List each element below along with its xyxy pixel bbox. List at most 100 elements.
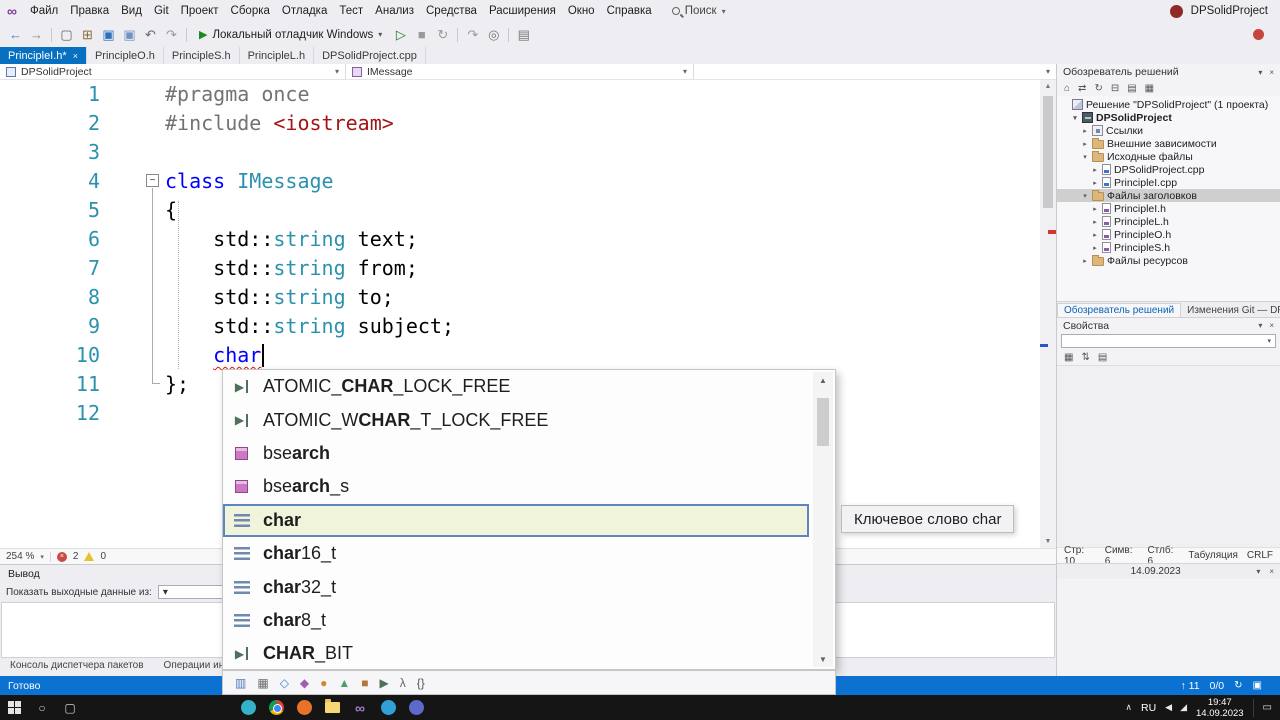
- code-text[interactable]: #pragma once: [100, 80, 310, 109]
- fold-collapse-icon[interactable]: −: [146, 174, 159, 187]
- editor-tab[interactable]: PrincipleO.h: [86, 47, 164, 64]
- firefox-icon[interactable]: [290, 695, 318, 720]
- menu-item[interactable]: Средства: [420, 2, 483, 20]
- chrome-icon[interactable]: [262, 695, 290, 720]
- language-indicator[interactable]: RU: [1141, 702, 1156, 714]
- completion-item[interactable]: ▶ ATOMIC_CHAR_LOCK_FREE: [223, 370, 809, 403]
- refresh-icon[interactable]: ↻: [1094, 83, 1102, 94]
- find-icon[interactable]: ◎: [483, 24, 504, 46]
- member-dropdown[interactable]: ▾: [694, 64, 1056, 79]
- properties-object-dropdown[interactable]: ▾: [1061, 334, 1276, 348]
- tree-item[interactable]: ▸ PrincipleL.h: [1057, 215, 1280, 228]
- filter-structs-icon[interactable]: ▲: [338, 677, 350, 689]
- editor-tab[interactable]: PrincipleL.h: [239, 47, 315, 64]
- zoom-level[interactable]: 254 %: [6, 551, 34, 562]
- expander-icon[interactable]: ▸: [1091, 179, 1099, 187]
- scrollbar-thumb[interactable]: [1043, 96, 1053, 208]
- menu-item[interactable]: Расширения: [483, 2, 562, 20]
- tree-item[interactable]: Решение "DPSolidProject" (1 проекта): [1057, 98, 1280, 111]
- completion-item[interactable]: bsearch: [223, 437, 809, 470]
- expander-icon[interactable]: ▸: [1091, 218, 1099, 226]
- tree-item[interactable]: ▸ PrincipleI.cpp: [1057, 176, 1280, 189]
- project-dropdown[interactable]: DPSolidProject ▾: [0, 64, 346, 79]
- completion-item[interactable]: char16_t: [223, 537, 809, 570]
- expander-icon[interactable]: ▾: [1081, 192, 1089, 200]
- restart-icon[interactable]: ↻: [432, 24, 453, 46]
- expander-icon[interactable]: ▸: [1081, 257, 1089, 265]
- switch-views-icon[interactable]: ⇄: [1078, 83, 1086, 94]
- start-button[interactable]: [0, 695, 28, 720]
- nav-forward-icon[interactable]: →: [26, 24, 47, 46]
- nav-back-icon[interactable]: ←: [5, 24, 26, 46]
- error-count[interactable]: 2: [73, 551, 79, 562]
- editor-tab[interactable]: DPSolidProject.cpp: [314, 47, 426, 64]
- notifications-icon[interactable]: ▣: [1253, 680, 1262, 691]
- step-over-icon[interactable]: ↷: [462, 24, 483, 46]
- tree-item[interactable]: ▾ DPSolidProject: [1057, 111, 1280, 124]
- code-text[interactable]: class IMessage: [100, 167, 334, 196]
- telegram-icon[interactable]: [374, 695, 402, 720]
- scope-dropdown[interactable]: IMessage ▾: [346, 64, 694, 79]
- start-debugging-button[interactable]: ▶ Локальный отладчик Windows ▾: [191, 28, 390, 42]
- scroll-up-icon[interactable]: ▲: [813, 372, 833, 388]
- new-project-icon[interactable]: ▢: [56, 24, 77, 46]
- chevron-down-icon[interactable]: ▾: [1256, 567, 1260, 576]
- taskbar-search-icon[interactable]: ○: [28, 695, 56, 720]
- panel-tab[interactable]: Изменения Git — DPSolid...: [1181, 304, 1280, 317]
- code-text[interactable]: };: [100, 370, 189, 399]
- code-text[interactable]: std::string subject;: [100, 312, 454, 341]
- close-icon[interactable]: ×: [1269, 321, 1274, 330]
- live-share-icon[interactable]: [1253, 29, 1264, 40]
- filter-constants-icon[interactable]: ▦: [257, 677, 268, 689]
- tree-item[interactable]: ▸ Файлы ресурсов: [1057, 254, 1280, 267]
- code-text[interactable]: std::string text;: [100, 225, 418, 254]
- code-text[interactable]: std::string from;: [100, 254, 418, 283]
- code-text[interactable]: [100, 138, 165, 167]
- scroll-up-icon[interactable]: ▲: [1040, 80, 1056, 93]
- undo-icon[interactable]: ↶: [140, 24, 161, 46]
- run-no-debug-icon[interactable]: ▷: [390, 24, 411, 46]
- redo-icon[interactable]: ↷: [161, 24, 182, 46]
- extensions-icon[interactable]: ▤: [513, 24, 534, 46]
- completion-item[interactable]: char32_t: [223, 570, 809, 603]
- collapse-all-icon[interactable]: ⊟: [1111, 83, 1119, 94]
- show-all-files-icon[interactable]: ▤: [1127, 83, 1136, 94]
- tree-item[interactable]: ▸ DPSolidProject.cpp: [1057, 163, 1280, 176]
- filter-locals-icon[interactable]: ▥: [235, 677, 246, 689]
- completion-scrollbar[interactable]: ▲ ▼: [813, 372, 833, 667]
- code-text[interactable]: {: [100, 196, 177, 225]
- open-file-icon[interactable]: ⊞: [77, 24, 98, 46]
- scrollbar-thumb[interactable]: [817, 398, 829, 446]
- completion-item[interactable]: bsearch_s: [223, 470, 809, 503]
- code-text[interactable]: std::string to;: [100, 283, 394, 312]
- chevron-down-icon[interactable]: ▾: [1258, 321, 1262, 330]
- tree-item[interactable]: ▸ PrincipleO.h: [1057, 228, 1280, 241]
- search-box[interactable]: Поиск ▾: [671, 5, 726, 17]
- scroll-down-icon[interactable]: ▼: [813, 651, 833, 667]
- git-push-counter[interactable]: ↑ 11: [1180, 680, 1199, 692]
- menu-item[interactable]: Вид: [115, 2, 148, 20]
- sync-icon[interactable]: ↻: [1234, 680, 1242, 691]
- property-pages-icon[interactable]: ▤: [1098, 352, 1107, 363]
- task-view-icon[interactable]: ▢: [56, 695, 84, 720]
- warning-count[interactable]: 0: [100, 551, 106, 562]
- expander-icon[interactable]: ▸: [1091, 166, 1099, 174]
- completion-item[interactable]: char8_t: [223, 604, 809, 637]
- menu-item[interactable]: Окно: [562, 2, 601, 20]
- editor-scrollbar[interactable]: ▲ ▼: [1040, 80, 1056, 548]
- filter-classes-icon[interactable]: ●: [320, 677, 327, 689]
- filter-snippets-icon[interactable]: {}: [417, 677, 425, 689]
- discord-icon[interactable]: [402, 695, 430, 720]
- menu-item[interactable]: Тест: [333, 2, 369, 20]
- taskbar-clock[interactable]: 19:47 14.09.2023: [1196, 697, 1244, 719]
- menu-item[interactable]: Сборка: [225, 2, 276, 20]
- tree-item[interactable]: ▾ Исходные файлы: [1057, 150, 1280, 163]
- code-text[interactable]: [100, 399, 165, 428]
- completion-item-selected[interactable]: char: [223, 503, 809, 537]
- expander-icon[interactable]: ▸: [1091, 205, 1099, 213]
- menu-item[interactable]: Файл: [24, 2, 64, 20]
- tab-close-icon[interactable]: ×: [73, 51, 78, 61]
- chevron-down-icon[interactable]: ▾: [378, 30, 382, 39]
- expander-icon[interactable]: ▸: [1091, 231, 1099, 239]
- filter-properties-icon[interactable]: ◇: [280, 677, 289, 689]
